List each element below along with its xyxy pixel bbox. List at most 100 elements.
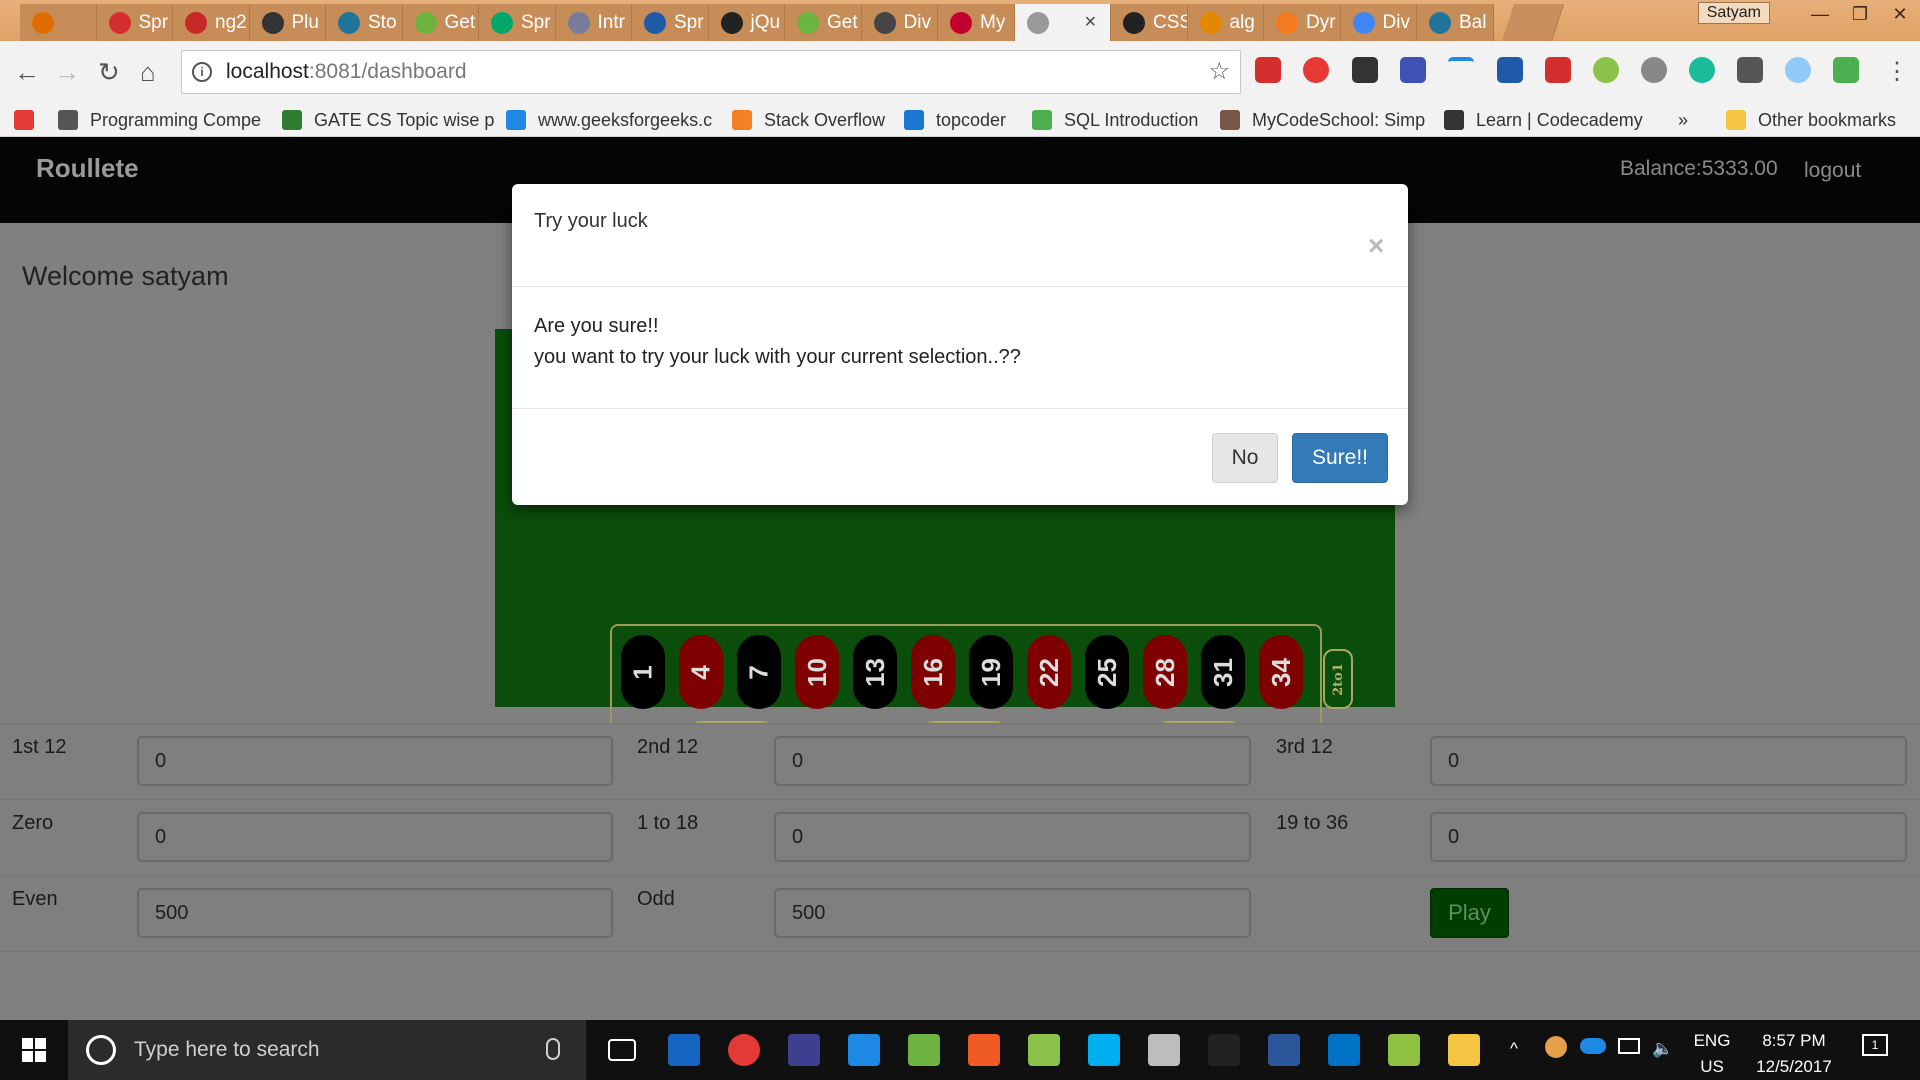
tab-title: Div xyxy=(1382,11,1410,33)
volume-icon[interactable]: 🔈 xyxy=(1652,1036,1673,1062)
onedrive-icon[interactable] xyxy=(1580,1038,1606,1054)
browser-tab[interactable]: Get xyxy=(402,4,479,41)
extension-icon[interactable] xyxy=(1737,57,1763,83)
extension-icon[interactable] xyxy=(1593,57,1619,83)
home-icon[interactable]: ⌂ xyxy=(140,57,156,88)
maximize-icon[interactable]: ❐ xyxy=(1840,4,1880,25)
bet-amount-input[interactable]: 0 xyxy=(1430,812,1907,862)
tab-close-icon[interactable]: × xyxy=(1085,11,1097,34)
bookmark-item[interactable]: topcoder xyxy=(904,107,1006,133)
edge-taskbar-icon[interactable] xyxy=(668,1034,700,1066)
browser-tab[interactable]: Spr xyxy=(479,4,556,41)
logout-link[interactable]: logout xyxy=(1804,159,1861,183)
forward-icon[interactable]: → xyxy=(54,57,80,88)
spring-taskbar-icon[interactable] xyxy=(908,1034,940,1066)
bet-amount-input[interactable]: 0 xyxy=(774,736,1251,786)
bookmark-item[interactable]: MyCodeSchool: Simp xyxy=(1220,107,1425,133)
browser-tab[interactable]: My xyxy=(938,4,1015,41)
taskbar-search-box[interactable]: Type here to search xyxy=(68,1020,586,1080)
browser-tab[interactable]: Get xyxy=(785,4,862,41)
language-indicator[interactable]: ENG US xyxy=(1690,1028,1734,1080)
bet-amount-input[interactable]: 500 xyxy=(774,888,1251,938)
close-icon[interactable]: × xyxy=(1368,230,1384,262)
bet-amount-input[interactable]: 0 xyxy=(137,736,613,786)
postman-taskbar-icon[interactable] xyxy=(968,1034,1000,1066)
skype-taskbar-icon[interactable] xyxy=(1088,1034,1120,1066)
browser-tab[interactable]: Div xyxy=(861,4,938,41)
bookmark-extension-icon[interactable] xyxy=(1497,57,1523,83)
opera-extension-icon[interactable] xyxy=(1303,57,1329,83)
browser-tab[interactable]: jQu xyxy=(708,4,785,41)
brand-link[interactable]: Roullete xyxy=(36,153,139,184)
site-info-icon[interactable]: i xyxy=(192,62,212,82)
bet-amount-input[interactable]: 500 xyxy=(137,888,613,938)
extension-icon[interactable] xyxy=(1545,57,1571,83)
bet-amount-input[interactable]: 0 xyxy=(137,812,613,862)
show-hidden-icons-icon[interactable]: ^ xyxy=(1510,1036,1518,1062)
microphone-icon[interactable] xyxy=(546,1038,560,1060)
browser-tab[interactable]: Div xyxy=(1340,4,1417,41)
browser-tab[interactable]: Sto xyxy=(326,4,403,41)
tray-app-icon[interactable] xyxy=(1545,1036,1567,1058)
cmd-taskbar-icon[interactable] xyxy=(1208,1034,1240,1066)
browser-tab[interactable]: Bal xyxy=(1417,4,1494,41)
clock[interactable]: 8:57 PM 12/5/2017 xyxy=(1746,1028,1842,1080)
android-taskbar-icon[interactable] xyxy=(1028,1034,1060,1066)
browser-tab[interactable]: ng2 xyxy=(173,4,250,41)
eclipse-taskbar-icon[interactable] xyxy=(788,1034,820,1066)
bookmark-item[interactable]: Programming Compe xyxy=(58,107,261,133)
adblock-extension-icon[interactable] xyxy=(1255,57,1281,83)
browser-tab[interactable]: Spr xyxy=(96,4,173,41)
play-button[interactable]: Play xyxy=(1430,888,1509,938)
notepadpp-taskbar-icon[interactable] xyxy=(1388,1034,1420,1066)
browser-tab[interactable]: CSS xyxy=(1111,4,1188,41)
browser-tab[interactable]: × xyxy=(1014,4,1111,41)
webstorm-taskbar-icon[interactable] xyxy=(848,1034,880,1066)
puzzle-extension-icon[interactable] xyxy=(1400,57,1426,83)
new-tab-button[interactable] xyxy=(1501,4,1564,41)
extension-icon[interactable] xyxy=(1352,57,1378,83)
cortana-icon[interactable] xyxy=(86,1035,116,1065)
extension-icon[interactable] xyxy=(1448,57,1474,83)
settings-taskbar-icon[interactable] xyxy=(1148,1034,1180,1066)
extension-icon[interactable] xyxy=(1689,57,1715,83)
bookmarks-more-icon[interactable]: » xyxy=(1678,107,1688,133)
no-button[interactable]: No xyxy=(1212,433,1278,483)
windows-start-icon[interactable] xyxy=(22,1038,46,1062)
chrome-taskbar-icon[interactable] xyxy=(728,1034,760,1066)
bookmark-item[interactable]: SQL Introduction xyxy=(1032,107,1198,133)
other-bookmarks-folder[interactable]: Other bookmarks xyxy=(1726,107,1896,133)
bookmark-item[interactable] xyxy=(14,107,46,133)
eye-extension-icon[interactable] xyxy=(1785,57,1811,83)
browser-tab[interactable]: Spr xyxy=(632,4,709,41)
bookmark-item[interactable]: www.geeksforgeeks.c xyxy=(506,107,712,133)
reload-icon[interactable]: ↻ xyxy=(98,57,120,88)
close-window-icon[interactable]: ✕ xyxy=(1880,4,1920,25)
word-taskbar-icon[interactable] xyxy=(1268,1034,1300,1066)
browser-tab[interactable]: Intr xyxy=(555,4,632,41)
extension-icon[interactable] xyxy=(1833,57,1859,83)
bet-amount-input[interactable]: 0 xyxy=(1430,736,1907,786)
browser-tab[interactable]: Plu xyxy=(249,4,326,41)
bookmark-item[interactable]: Learn | Codecademy xyxy=(1444,107,1643,133)
browser-tab[interactable]: Dyr xyxy=(1264,4,1341,41)
menu-icon[interactable]: ⋮ xyxy=(1885,57,1909,86)
battery-icon[interactable] xyxy=(1618,1038,1640,1054)
task-view-taskbar-icon[interactable] xyxy=(608,1039,636,1061)
profile-button[interactable]: Satyam xyxy=(1697,2,1770,24)
address-bar[interactable]: i localhost:8081/dashboard ☆ xyxy=(181,50,1241,94)
bookmark-item[interactable]: Stack Overflow xyxy=(732,107,885,133)
browser-tab[interactable] xyxy=(20,4,97,41)
settings-extension-icon[interactable] xyxy=(1641,57,1667,83)
bookmark-star-icon[interactable]: ☆ xyxy=(1208,57,1230,86)
back-icon[interactable]: ← xyxy=(14,57,40,88)
explorer-taskbar-icon[interactable] xyxy=(1448,1034,1480,1066)
notification-center-icon[interactable]: 1 xyxy=(1862,1034,1888,1056)
minimize-icon[interactable]: — xyxy=(1800,4,1840,25)
sure-button[interactable]: Sure!! xyxy=(1292,433,1388,483)
browser-tab[interactable]: alg xyxy=(1187,4,1264,41)
bet-amount-input[interactable]: 0 xyxy=(774,812,1251,862)
bookmark-item[interactable]: GATE CS Topic wise p xyxy=(282,107,494,133)
outlook-taskbar-icon[interactable] xyxy=(1328,1034,1360,1066)
column-bet-label[interactable]: 2to1 xyxy=(1323,649,1353,709)
